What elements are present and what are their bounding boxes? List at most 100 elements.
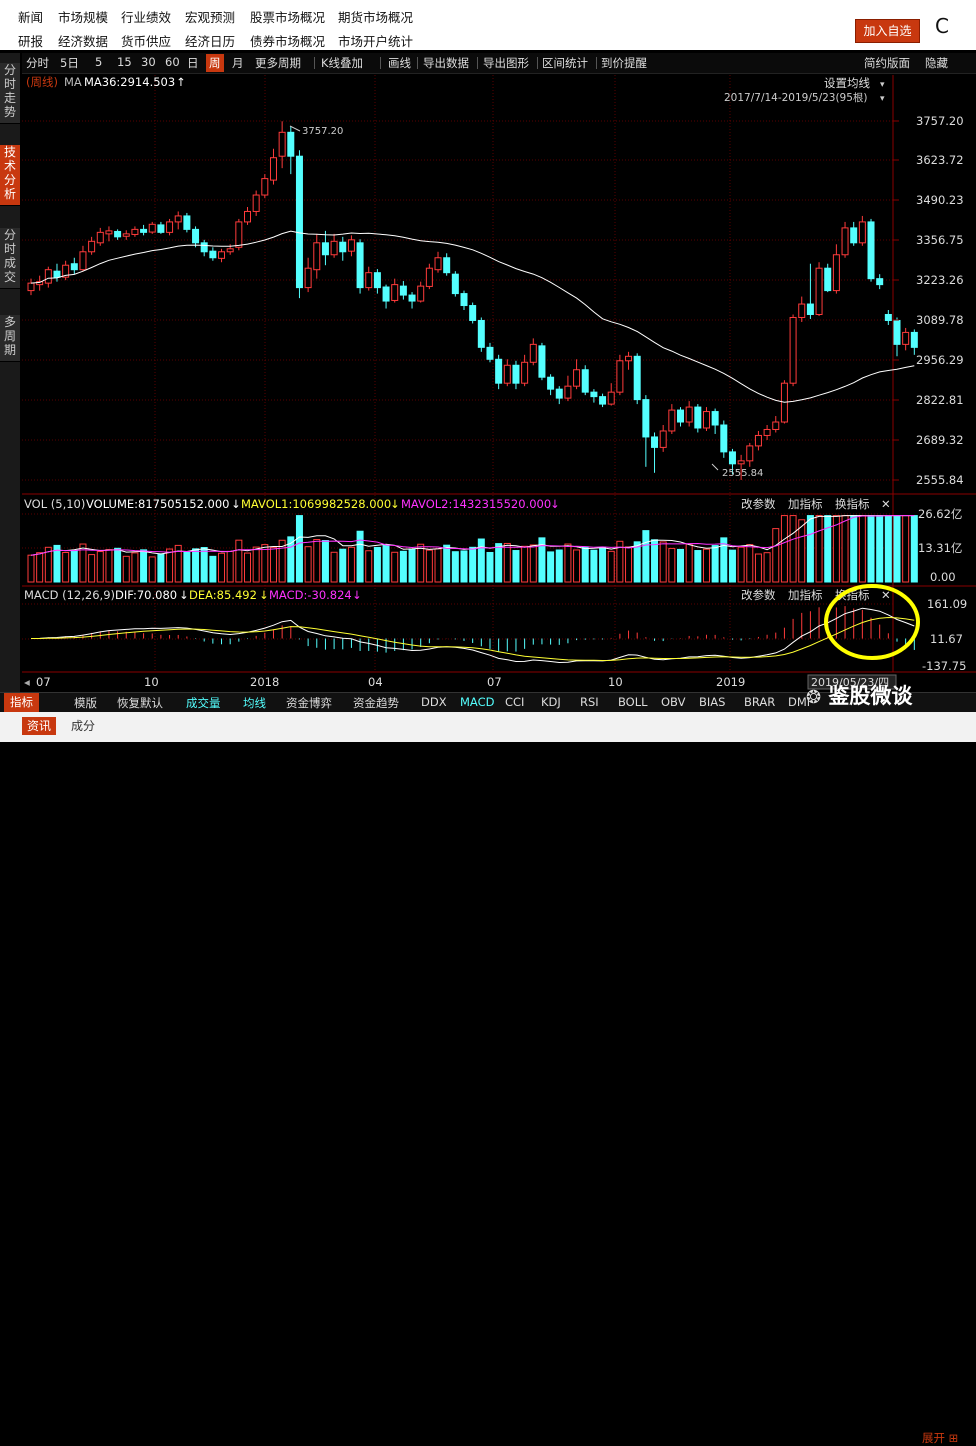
high-annotation: 3757.20 <box>289 125 343 137</box>
candle <box>96 227 104 246</box>
price-tick: 3356.75 <box>916 233 964 247</box>
price-grid <box>22 120 893 481</box>
candle <box>321 230 329 266</box>
candle-body <box>434 257 442 271</box>
scroll-left-icon: ◂ <box>24 675 30 689</box>
candle <box>313 233 321 279</box>
candle-body <box>391 284 399 301</box>
candle <box>373 269 381 294</box>
candle-body <box>313 242 321 271</box>
price-tick: 2822.81 <box>916 393 964 407</box>
volume-bar <box>642 530 650 583</box>
tab-obv[interactable]: OBV <box>661 695 685 709</box>
volume-bar <box>581 546 589 583</box>
date-range: 2017/7/14-2019/5/23(95根) <box>724 91 868 104</box>
candle <box>192 226 200 248</box>
tab-bias[interactable]: BIAS <box>699 695 725 709</box>
chevron-down-icon[interactable]: ▾ <box>880 94 885 104</box>
candle <box>287 126 295 175</box>
volume-bar <box>304 546 312 583</box>
candle-body <box>659 430 667 448</box>
volume-bar <box>122 555 130 583</box>
tab-brar[interactable]: BRAR <box>744 695 775 709</box>
volume-bar <box>884 515 892 583</box>
tab-macd[interactable]: MACD <box>460 695 494 709</box>
tab-components[interactable]: 成分 <box>66 717 100 735</box>
tab-rsi[interactable]: RSI <box>580 695 599 709</box>
volume-bar <box>590 549 598 583</box>
volume-bar <box>330 551 338 583</box>
chevron-down-icon[interactable]: ▾ <box>880 80 885 90</box>
candle-body <box>261 178 269 196</box>
edit-params-button[interactable]: 改参数 <box>741 588 776 602</box>
candle-body <box>867 221 875 280</box>
tab-fund-game[interactable]: 资金博弈 <box>286 695 332 711</box>
candle <box>53 263 61 282</box>
candle <box>347 235 355 257</box>
close-icon[interactable]: ✕ <box>881 497 891 511</box>
candle-body <box>226 248 234 253</box>
volume-bar <box>668 547 676 583</box>
candle-body <box>356 242 364 289</box>
low-label: 2555.84 <box>722 468 763 479</box>
volume-bar <box>477 538 485 583</box>
candle <box>148 221 156 234</box>
candle <box>451 271 459 297</box>
tab-ddx[interactable]: DDX <box>421 695 447 709</box>
candle <box>720 420 728 458</box>
switch-indicator-button[interactable]: 换指标 <box>835 497 870 511</box>
volume-bar <box>694 550 702 583</box>
candle-body <box>460 293 468 307</box>
volume-bar <box>486 551 494 583</box>
volume-bar <box>339 548 347 583</box>
tab-boll[interactable]: BOLL <box>618 695 648 709</box>
candle-body <box>538 345 546 378</box>
volume-bar <box>27 554 35 583</box>
candle-body <box>677 409 684 423</box>
candle <box>841 221 849 258</box>
time-label: 07 <box>487 675 502 689</box>
macd-axis: 161.09 11.67 -137.75 <box>922 597 967 673</box>
add-indicator-button[interactable]: 加指标 <box>788 588 823 602</box>
down-arrow-icon: ↓ <box>179 588 189 602</box>
tab-kdj[interactable]: KDJ <box>541 695 561 709</box>
vol-label: VOL (5,10) <box>24 497 85 511</box>
candle <box>555 386 563 405</box>
candle-body <box>702 411 710 429</box>
volume-bar <box>451 551 459 583</box>
edit-params-button[interactable]: 改参数 <box>741 497 776 511</box>
candle-body <box>651 436 659 448</box>
macd-tick: -137.75 <box>922 659 966 673</box>
candle <box>434 251 442 273</box>
candle-body <box>668 409 676 432</box>
candle-body <box>884 313 892 321</box>
add-indicator-button[interactable]: 加指标 <box>788 497 823 511</box>
tab-ma[interactable]: 均线 <box>243 695 266 711</box>
tab-template[interactable]: 模版 <box>74 695 97 711</box>
candle-body <box>590 391 598 398</box>
candle-body <box>521 361 529 384</box>
candle <box>278 121 286 169</box>
tab-fund-trend[interactable]: 资金趋势 <box>353 695 399 711</box>
price-tick: 3757.20 <box>916 114 964 128</box>
expand-button[interactable]: 展开 ⊞ <box>922 1430 958 1446</box>
volume-bar <box>746 544 754 583</box>
dif-line <box>30 607 915 664</box>
volume-bar <box>728 549 736 583</box>
settings-ma-button[interactable]: 设置均线 <box>824 76 870 90</box>
time-label: 2019 <box>716 675 745 689</box>
candle-body <box>252 194 260 212</box>
tab-news[interactable]: 资讯 <box>22 717 57 735</box>
ma36-value: MA36:2914.503 <box>84 75 175 89</box>
volume-bar <box>806 515 814 583</box>
candle <box>408 292 416 309</box>
candle <box>261 174 269 199</box>
candle-body <box>893 319 901 345</box>
tab-volume[interactable]: 成交量 <box>186 695 221 711</box>
tab-restore-default[interactable]: 恢复默认 <box>117 695 163 711</box>
candle <box>304 257 312 293</box>
tab-indicator[interactable]: 指标 <box>4 693 39 712</box>
tab-cci[interactable]: CCI <box>505 695 524 709</box>
candle-body <box>183 215 191 230</box>
candle <box>166 218 174 236</box>
